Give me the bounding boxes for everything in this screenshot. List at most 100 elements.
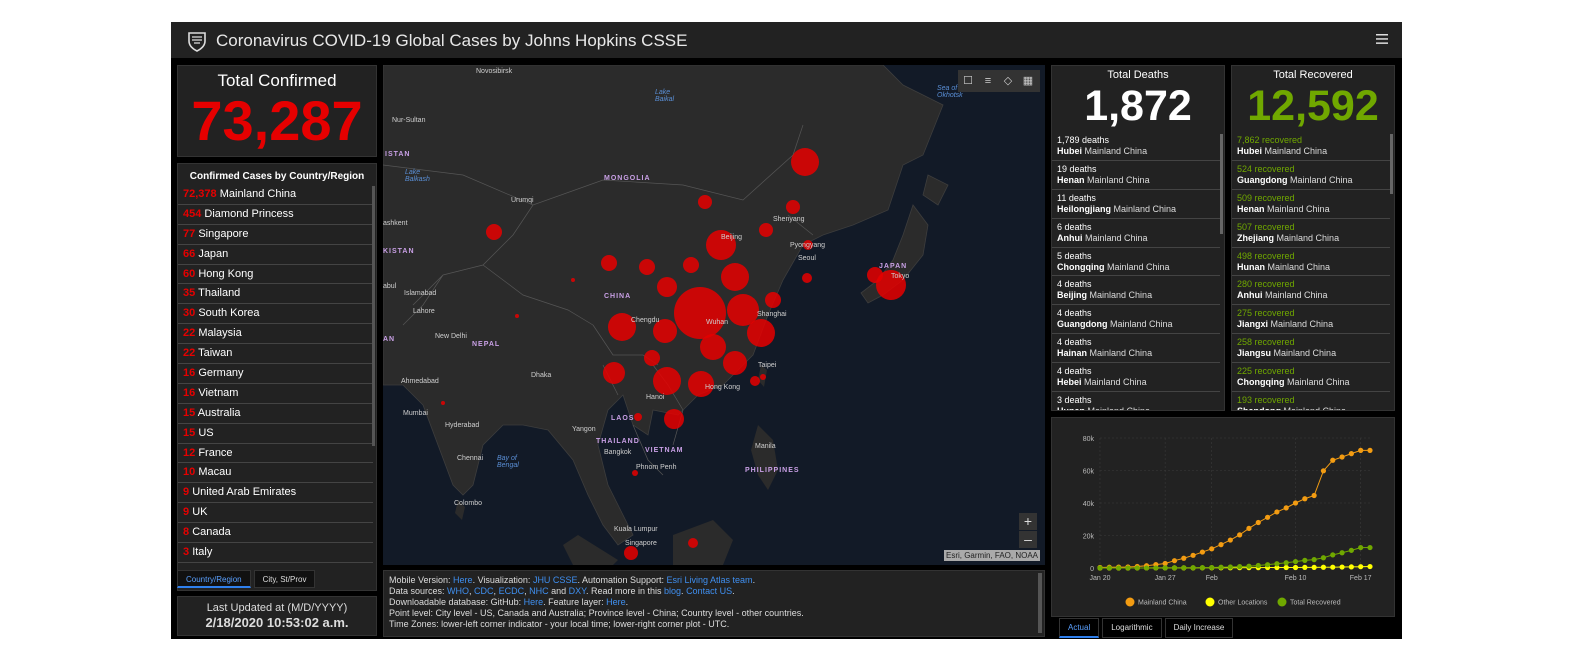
deaths-scrollbar[interactable] xyxy=(1220,134,1223,234)
death-row[interactable]: 4 deaths Hainan Mainland China xyxy=(1052,334,1220,364)
link-ecdc[interactable]: ECDC xyxy=(499,586,525,596)
map-canvas[interactable] xyxy=(383,65,1045,565)
country-row[interactable]: 10 Macau xyxy=(178,463,373,484)
case-bubble[interactable] xyxy=(688,538,698,548)
recovered-row[interactable]: 524 recovered Guangdong Mainland China xyxy=(1232,161,1390,190)
recovered-row[interactable]: 193 recoveredShandong Mainland China xyxy=(1232,392,1390,410)
death-row[interactable]: 19 deaths Henan Mainland China xyxy=(1052,161,1220,190)
link-feature-layer-here[interactable]: Here xyxy=(606,597,626,607)
case-bubble[interactable] xyxy=(601,255,617,271)
recovered-row[interactable]: 509 recovered Henan Mainland China xyxy=(1232,190,1390,219)
country-row[interactable]: 72,378 Mainland China xyxy=(178,185,373,205)
case-bubble[interactable] xyxy=(571,278,575,282)
country-list[interactable]: 72,378 Mainland China 454 Diamond Princes… xyxy=(178,185,373,569)
recovered-row[interactable]: 225 recovered Chongqing Mainland China xyxy=(1232,363,1390,393)
country-row[interactable]: 15 US xyxy=(178,424,373,444)
case-bubble[interactable] xyxy=(747,319,775,347)
hamburger-menu-icon[interactable] xyxy=(1375,32,1389,46)
case-bubble[interactable] xyxy=(759,223,773,237)
case-bubble[interactable] xyxy=(653,367,681,395)
case-bubble[interactable] xyxy=(700,334,726,360)
case-bubble[interactable] xyxy=(765,292,781,308)
case-bubble[interactable] xyxy=(644,350,660,366)
recovered-row[interactable]: 7,862 recovered Hubei Mainland China xyxy=(1232,132,1390,161)
recovered-list[interactable]: 7,862 recovered Hubei Mainland China 524 r… xyxy=(1232,132,1390,410)
case-bubble[interactable] xyxy=(802,273,812,283)
case-bubble[interactable] xyxy=(674,287,726,339)
recovered-row[interactable]: 280 recovered Anhui Mainland China xyxy=(1232,276,1390,306)
link-blog[interactable]: blog xyxy=(664,586,681,596)
country-row[interactable]: 77 Singapore xyxy=(178,225,373,245)
case-bubble[interactable] xyxy=(515,314,519,318)
country-row[interactable]: 9 United Arab Emirates xyxy=(178,483,373,504)
tab-daily-increase[interactable]: Daily Increase xyxy=(1164,618,1234,638)
link-cdc[interactable]: CDC xyxy=(474,586,494,596)
recovered-row[interactable]: 275 recovered Jiangxi Mainland China xyxy=(1232,305,1390,335)
deaths-list[interactable]: 1,789 deaths Hubei Mainland China 19 death… xyxy=(1052,132,1220,410)
death-row[interactable]: 3 deathsHunan Mainland China xyxy=(1052,392,1220,410)
case-bubble[interactable] xyxy=(683,257,699,273)
link-who[interactable]: WHO xyxy=(447,586,469,596)
tab-actual[interactable]: Actual xyxy=(1059,618,1100,638)
link-contact-us[interactable]: Contact US xyxy=(686,586,732,596)
link-nhc[interactable]: NHC xyxy=(529,586,549,596)
country-row[interactable]: 454 Diamond Princess xyxy=(178,205,373,225)
basemap-gallery-icon[interactable]: ▦ xyxy=(1018,70,1038,92)
death-row[interactable]: 5 deaths Chongqing Mainland China xyxy=(1052,248,1220,277)
case-bubble[interactable] xyxy=(486,224,502,240)
country-row[interactable]: 9 UK xyxy=(178,503,373,524)
link-dxy[interactable]: DXY xyxy=(569,586,586,596)
country-row[interactable]: 12 France xyxy=(178,444,373,464)
cases-map[interactable]: Novosibirsk Nur-Sultan ISTAN Lake Baikal… xyxy=(383,65,1045,565)
layers-icon[interactable]: ◇ xyxy=(998,70,1018,92)
country-row[interactable]: 60 Hong Kong xyxy=(178,265,373,285)
case-bubble[interactable] xyxy=(603,362,625,384)
country-row[interactable]: 8 Canada xyxy=(178,523,373,544)
country-row[interactable]: 30 South Korea xyxy=(178,304,373,325)
country-row[interactable]: 22 Malaysia xyxy=(178,324,373,345)
info-scrollbar[interactable] xyxy=(1038,573,1042,633)
zoom-in-button[interactable]: + xyxy=(1019,513,1037,530)
case-bubble[interactable] xyxy=(723,351,747,375)
case-bubble[interactable] xyxy=(624,546,638,560)
death-row[interactable]: 4 deaths Beijing Mainland China xyxy=(1052,276,1220,306)
case-bubble[interactable] xyxy=(698,195,712,209)
tab-logarithmic[interactable]: Logarithmic xyxy=(1102,618,1162,638)
case-bubble[interactable] xyxy=(441,401,445,405)
link-esri-living-atlas[interactable]: Esri Living Atlas team xyxy=(667,575,753,585)
recovered-row[interactable]: 507 recovered Zhejiang Mainland China xyxy=(1232,219,1390,248)
case-bubble[interactable] xyxy=(657,277,677,297)
death-row[interactable]: 6 deaths Anhui Mainland China xyxy=(1052,219,1220,248)
bookmark-icon[interactable]: ☐ xyxy=(958,70,978,92)
case-bubble[interactable] xyxy=(639,259,655,275)
country-row[interactable]: 15 Australia xyxy=(178,404,373,424)
link-github-here[interactable]: Here xyxy=(524,597,544,607)
link-mobile-here[interactable]: Here xyxy=(453,575,473,585)
legend-icon[interactable]: ≡ xyxy=(978,70,998,92)
country-row[interactable]: 16 Germany xyxy=(178,364,373,384)
case-bubble[interactable] xyxy=(760,374,766,380)
death-row[interactable]: 1,789 deaths Hubei Mainland China xyxy=(1052,132,1220,161)
recovered-scrollbar[interactable] xyxy=(1390,134,1393,194)
country-row[interactable]: 16 Vietnam xyxy=(178,384,373,404)
case-bubble[interactable] xyxy=(750,376,760,386)
country-row[interactable]: 35 Thailand xyxy=(178,284,373,305)
case-bubble[interactable] xyxy=(664,409,684,429)
case-bubble[interactable] xyxy=(721,263,749,291)
tab-city-state-province[interactable]: City, St/Prov xyxy=(253,570,316,588)
case-bubble[interactable] xyxy=(791,148,819,176)
link-jhu-csse[interactable]: JHU CSSE xyxy=(533,575,578,585)
recovered-row[interactable]: 258 recovered Jiangsu Mainland China xyxy=(1232,334,1390,364)
country-row[interactable]: 66 Japan xyxy=(178,245,373,265)
recovered-row[interactable]: 498 recovered Hunan Mainland China xyxy=(1232,248,1390,277)
death-row[interactable]: 4 deaths Guangdong Mainland China xyxy=(1052,305,1220,335)
death-row[interactable]: 11 deaths Heilongjiang Mainland China xyxy=(1052,190,1220,219)
case-bubble[interactable] xyxy=(786,200,800,214)
country-list-scrollbar[interactable] xyxy=(372,186,375,446)
zoom-out-button[interactable]: – xyxy=(1019,531,1037,548)
death-row[interactable]: 4 deaths Hebei Mainland China xyxy=(1052,363,1220,393)
tab-country-region[interactable]: Country/Region xyxy=(177,570,251,588)
country-row[interactable]: 3 Italy xyxy=(178,543,373,563)
case-bubble[interactable] xyxy=(634,413,642,421)
country-row[interactable]: 22 Taiwan xyxy=(178,344,373,365)
